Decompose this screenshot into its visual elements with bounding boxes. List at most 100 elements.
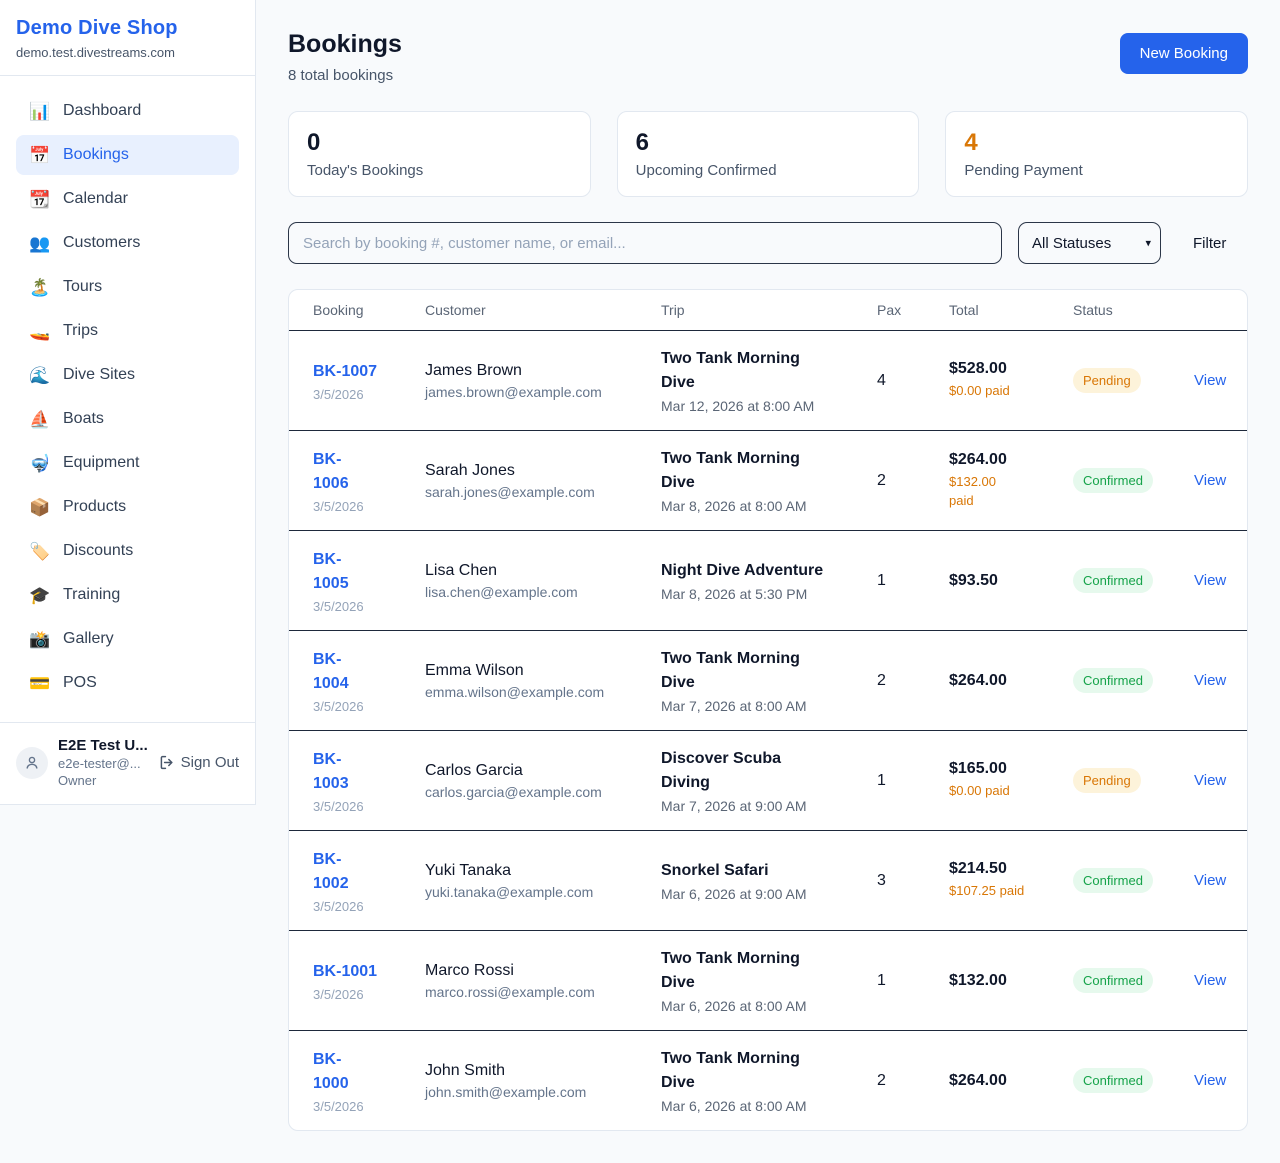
sidebar-item-training[interactable]: 🎓Training [16,575,239,615]
view-link[interactable]: View [1194,372,1226,389]
view-link[interactable]: View [1194,772,1226,789]
stat-label: Pending Payment [964,162,1229,179]
trip-cell: Snorkel SafariMar 6, 2026 at 9:00 AM [661,859,877,902]
total-amount: $264.00 [949,1072,1073,1090]
view-link[interactable]: View [1194,972,1226,989]
booking-id-link[interactable]: BK-1002 [313,848,363,896]
customer-email: marco.rossi@example.com [425,984,661,1000]
sidebar-item-equipment[interactable]: 🤿Equipment [16,443,239,483]
customer-cell: Marco Rossimarco.rossi@example.com [425,962,661,1000]
customer-email: emma.wilson@example.com [425,684,661,700]
booking-id-link[interactable]: BK-1000 [313,1048,363,1096]
package-icon: 📦 [29,499,49,516]
sidebar-item-boats[interactable]: ⛵Boats [16,399,239,439]
filter-button[interactable]: Filter [1193,235,1226,252]
booking-id-link[interactable]: BK-1004 [313,648,363,696]
sidebar-item-bookings[interactable]: 📅Bookings [16,135,239,175]
booking-id-link[interactable]: BK-1006 [313,448,363,496]
pax-value: 2 [877,1072,949,1090]
sidebar-item-label: Boats [63,410,104,428]
view-link[interactable]: View [1194,472,1226,489]
trip-cell: Two Tank Morning DiveMar 12, 2026 at 8:0… [661,347,877,414]
booking-id-link[interactable]: BK-1005 [313,548,363,596]
view-link[interactable]: View [1194,672,1226,689]
status-cell: Pending [1073,368,1194,393]
booking-date: 3/5/2026 [313,699,425,714]
customer-email: carlos.garcia@example.com [425,784,661,800]
customer-name: James Brown [425,362,661,380]
avatar [16,747,48,779]
sidebar-item-discounts[interactable]: 🏷️Discounts [16,531,239,571]
pax-value: 1 [877,772,949,790]
sidebar-item-label: Dashboard [63,102,141,120]
view-link[interactable]: View [1194,872,1226,889]
table-header-row: BookingCustomerTripPaxTotalStatus [289,290,1247,330]
table-row: BK-10063/5/2026Sarah Jonessarah.jones@ex… [289,430,1247,530]
booking-cell: BK-1007 3/5/2026 [313,360,425,402]
total-cell: $264.00 [949,672,1073,690]
total-amount: $264.00 [949,451,1073,469]
sidebar-item-label: Bookings [63,146,129,164]
sidebar-item-gallery[interactable]: 📸Gallery [16,619,239,659]
customer-cell: Yuki Tanakayuki.tanaka@example.com [425,862,661,900]
customer-name: Yuki Tanaka [425,862,661,880]
customer-name: Emma Wilson [425,662,661,680]
stat-card: 0Today's Bookings [288,111,591,197]
total-cell: $214.50$107.25 paid [949,860,1073,901]
shop-header: Demo Dive Shop demo.test.divestreams.com [0,0,255,76]
status-cell: Confirmed [1073,968,1194,993]
trip-cell: Two Tank Morning DiveMar 6, 2026 at 8:00… [661,947,877,1014]
table-row: BK-10003/5/2026John Smithjohn.smith@exam… [289,1030,1247,1130]
customer-name: Carlos Garcia [425,762,661,780]
booking-id-link[interactable]: BK-1007 [313,360,377,384]
user-name: E2E Test U... [58,737,148,754]
trip-name: Two Tank Morning Dive [661,647,813,695]
status-filter-select[interactable]: All Statuses [1018,222,1161,264]
booking-cell: BK-10053/5/2026 [313,548,425,614]
trip-cell: Two Tank Morning DiveMar 6, 2026 at 8:00… [661,1047,877,1114]
sidebar-item-dive-sites[interactable]: 🌊Dive Sites [16,355,239,395]
view-cell: View [1194,972,1226,990]
view-cell: View [1194,672,1226,690]
trip-date: Mar 6, 2026 at 8:00 AM [661,998,877,1014]
view-link[interactable]: View [1194,572,1226,589]
booking-cell: BK-10003/5/2026 [313,1048,425,1114]
table-row: BK-10073/5/2026James Brownjames.brown@ex… [289,330,1247,430]
trip-date: Mar 7, 2026 at 9:00 AM [661,798,877,814]
stat-card: 6Upcoming Confirmed [617,111,920,197]
booking-cell: BK-10023/5/2026 [313,848,425,914]
booking-id-link[interactable]: BK-1001 [313,960,377,984]
new-booking-button[interactable]: New Booking [1120,33,1248,74]
sidebar-item-tours[interactable]: 🏝️ Tours [16,267,239,307]
total-amount: $264.00 [949,672,1073,690]
total-amount: $165.00 [949,760,1073,778]
stat-card: 4Pending Payment [945,111,1248,197]
sign-out-button[interactable]: Sign Out [158,754,239,771]
stat-value: 6 [636,129,901,157]
sidebar-item-label: Products [63,498,126,516]
sidebar-item-pos[interactable]: 💳POS [16,663,239,703]
calendar-pad-icon: 📆 [29,191,49,208]
sidebar-item-dashboard[interactable]: 📊 Dashboard [16,91,239,131]
status-badge: Confirmed [1073,968,1153,993]
search-input[interactable] [288,222,1002,264]
sidebar-item-trips[interactable]: 🚤Trips [16,311,239,351]
user-email: e2e-tester@... [58,756,148,771]
booking-date: 3/5/2026 [313,387,425,402]
sidebar-item-customers[interactable]: 👥Customers [16,223,239,263]
booking-id-link[interactable]: BK-1003 [313,748,363,796]
island-icon: 🏝️ [29,279,49,296]
total-cell: $528.00$0.00 paid [949,360,1073,401]
view-link[interactable]: View [1194,1072,1226,1089]
customer-cell: Carlos Garcia carlos.garcia@example.com [425,762,661,800]
sidebar-item-label: Tours [63,278,102,296]
sidebar-item-calendar[interactable]: 📆Calendar [16,179,239,219]
paid-amount: $132.00 paid [949,473,1009,511]
sidebar-item-products[interactable]: 📦 Products [16,487,239,527]
view-cell: View [1194,772,1226,790]
pax-value: 2 [877,672,949,690]
credit-card-icon: 💳 [29,675,49,692]
paid-amount: $0.00 paid [949,782,1073,801]
bar-chart-icon: 📊 [29,103,49,120]
trip-name: Two Tank Morning Dive [661,347,813,395]
